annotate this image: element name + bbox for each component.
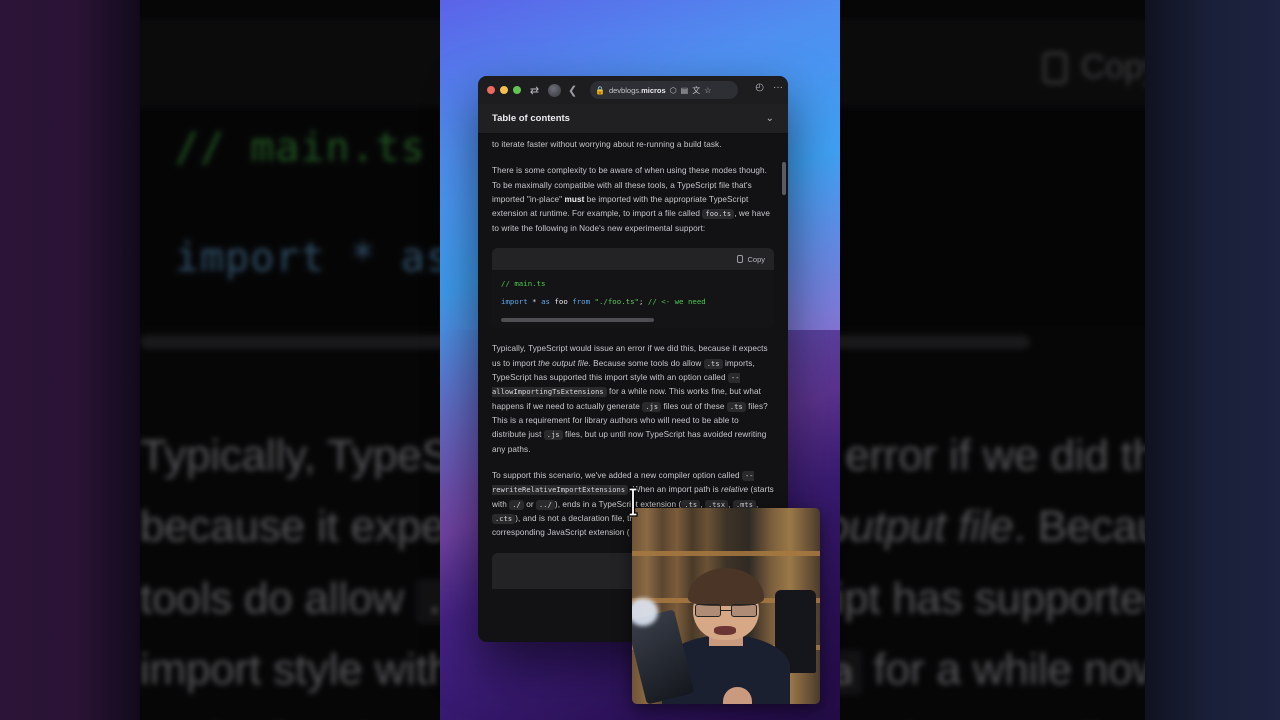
video-frame: Copy // main.ts import * as Typically, T… bbox=[0, 0, 1280, 720]
p2-b: . Because some tools do allow bbox=[588, 358, 704, 368]
code-line-import: import * as foo from "./foo.ts"; // <- w… bbox=[501, 297, 765, 307]
kw-from: from bbox=[572, 296, 591, 306]
trailing-comment: // <- we need bbox=[647, 296, 706, 306]
ident-foo: foo bbox=[554, 296, 568, 306]
p3-code2: ./ bbox=[509, 499, 524, 510]
code-line-comment: // main.ts bbox=[501, 279, 765, 289]
glasses-left-lens bbox=[695, 604, 722, 618]
copy-button-label[interactable]: Copy bbox=[747, 255, 765, 264]
paragraph-2: Typically, TypeScript would issue an err… bbox=[492, 342, 774, 457]
code-comment: // main.ts bbox=[501, 279, 546, 289]
person-glasses bbox=[695, 604, 757, 618]
browser-titlebar: ⇄ ❮ 🔒 devblogs.micros ⬡ ▤ 文 ☆ ◴ ··· bbox=[478, 76, 788, 104]
profile-avatar[interactable] bbox=[548, 83, 561, 97]
favorite-star-icon[interactable]: ☆ bbox=[704, 86, 711, 95]
url-text: devblogs.micros bbox=[609, 86, 666, 95]
star-token: * bbox=[532, 296, 537, 306]
address-bar[interactable]: 🔒 devblogs.micros ⬡ ▤ 文 ☆ bbox=[590, 81, 738, 99]
text-ibeam-cursor bbox=[626, 487, 640, 517]
p3-em1: relative bbox=[721, 485, 749, 495]
history-icon[interactable]: ◴ bbox=[755, 82, 764, 93]
page-scrollbar-thumb[interactable] bbox=[782, 162, 786, 195]
right-vignette bbox=[1145, 0, 1280, 720]
p3-d: or bbox=[523, 499, 536, 509]
p2-code1: .ts bbox=[703, 358, 723, 369]
p3-b: . When an import path is bbox=[628, 485, 722, 495]
person-hair bbox=[687, 567, 765, 606]
reader-icon[interactable]: ▤ bbox=[681, 86, 689, 95]
toolbar-right-actions: ◴ ··· bbox=[755, 82, 783, 93]
p1-must: must bbox=[564, 195, 585, 205]
code-scroll-thumb[interactable] bbox=[501, 318, 655, 323]
lock-icon: 🔒 bbox=[595, 85, 605, 95]
background-code-import-a: import * as bbox=[175, 235, 451, 281]
more-options-icon[interactable]: ··· bbox=[773, 82, 783, 93]
background-code-import: import * as bbox=[175, 235, 451, 281]
webcam-overlay bbox=[632, 508, 820, 704]
p3-a: To support this scenario, we've added a … bbox=[492, 471, 742, 481]
close-window-button[interactable] bbox=[487, 86, 495, 94]
translate-icon[interactable]: 文 bbox=[692, 85, 700, 96]
split-screen-icon[interactable]: ⇄ bbox=[527, 83, 542, 98]
p2-em1: the output file bbox=[538, 358, 589, 368]
glasses-bridge bbox=[721, 609, 731, 612]
copy-icon bbox=[737, 255, 744, 264]
paragraph-0: to iterate faster without worrying about… bbox=[492, 134, 774, 152]
background-copy-button: Copy bbox=[1042, 48, 1160, 87]
p3-code3: ../ bbox=[536, 499, 555, 510]
glasses-right-lens bbox=[730, 604, 757, 618]
code-block: Copy // main.ts import * as foo from "./… bbox=[492, 248, 774, 329]
table-of-contents-bar[interactable]: Table of contents ⌄ bbox=[478, 104, 788, 134]
window-traffic-lights[interactable] bbox=[484, 86, 521, 94]
toc-label: Table of contents bbox=[492, 113, 570, 124]
left-vignette bbox=[0, 0, 140, 720]
p2-code5: .js bbox=[543, 430, 563, 441]
code-block-body[interactable]: // main.ts import * as foo from "./foo.t… bbox=[492, 270, 774, 319]
chevron-down-icon[interactable]: ⌄ bbox=[766, 113, 774, 124]
url-bold: micros bbox=[641, 85, 666, 95]
p2-code4: .ts bbox=[726, 401, 746, 412]
person-mouth bbox=[714, 625, 737, 635]
bookshelf-plank bbox=[632, 551, 820, 557]
kw-import: import bbox=[501, 296, 528, 306]
semicolon: ; bbox=[639, 296, 644, 306]
url-prefix: devblogs. bbox=[608, 85, 642, 95]
copy-icon bbox=[1042, 51, 1067, 84]
p3-code7: .cts bbox=[492, 514, 516, 525]
p0-text: to iterate faster without worrying about… bbox=[492, 140, 722, 149]
background-code-comment: // main.ts bbox=[175, 125, 426, 171]
paragraph-1: There is some complexity to be aware of … bbox=[492, 164, 774, 236]
string-path: "./foo.ts" bbox=[594, 296, 640, 306]
kw-as: as bbox=[541, 296, 550, 306]
p2-code3: .js bbox=[642, 401, 662, 412]
code-horizontal-scrollbar[interactable] bbox=[492, 318, 774, 329]
p2-e: files out of these bbox=[661, 401, 727, 411]
back-chevron-icon[interactable]: ❮ bbox=[568, 84, 577, 97]
p1-code1: foo.ts bbox=[702, 209, 735, 220]
zoom-window-button[interactable] bbox=[513, 86, 521, 94]
code-block-header: Copy bbox=[492, 248, 774, 271]
shield-icon[interactable]: ⬡ bbox=[670, 86, 677, 95]
ibeam-glyph bbox=[628, 487, 638, 517]
minimize-window-button[interactable] bbox=[500, 86, 508, 94]
